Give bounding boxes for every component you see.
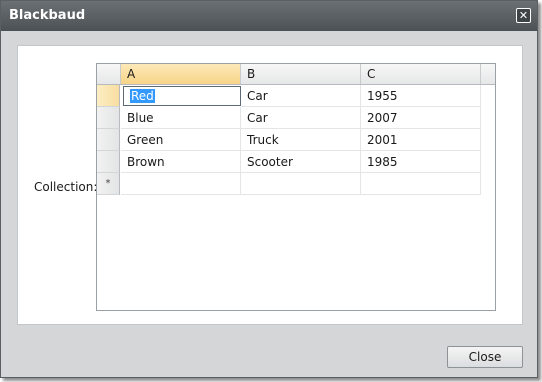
row-header[interactable] [97,107,120,129]
content-panel: Collection: A B C Red Car 1955 Blue Car … [17,45,523,325]
grid-header: A B C [97,64,495,85]
table-cell[interactable]: Car [241,107,361,129]
table-cell[interactable]: 1985 [361,151,481,173]
table-cell[interactable]: Brown [121,151,241,173]
dialog-window: Blackbaud ✕ Collection: A B C Red Car 19… [0,0,538,378]
table-cell[interactable]: 2007 [361,107,481,129]
table-cell[interactable]: Truck [241,129,361,151]
close-button[interactable]: Close [447,346,523,368]
new-row-cell[interactable] [241,173,361,195]
window-title: Blackbaud [9,8,86,23]
column-header-c[interactable]: C [361,64,481,84]
table-cell-editing[interactable]: Red [123,86,241,106]
column-header-a[interactable]: A [121,64,241,84]
table-cell[interactable]: 2001 [361,129,481,151]
column-header-b[interactable]: B [241,64,361,84]
close-icon[interactable]: ✕ [516,8,531,23]
new-row-cell[interactable] [121,173,241,195]
table-cell[interactable]: Blue [121,107,241,129]
new-row-header[interactable]: * [97,173,120,195]
corner-header [97,64,121,84]
table-cell[interactable]: Green [121,129,241,151]
title-bar: Blackbaud ✕ [1,1,537,31]
table-cell[interactable]: 1955 [361,85,481,107]
row-header[interactable] [97,129,120,151]
row-header[interactable] [97,151,120,173]
table-cell[interactable]: Car [241,85,361,107]
table-cell[interactable]: Scooter [241,151,361,173]
row-header[interactable] [97,85,120,107]
collection-label: Collection: [34,180,98,194]
collection-grid[interactable]: A B C Red Car 1955 Blue Car 2007 Green T… [96,63,496,311]
cell-text-selected: Red [130,89,155,103]
new-row-cell[interactable] [361,173,481,195]
